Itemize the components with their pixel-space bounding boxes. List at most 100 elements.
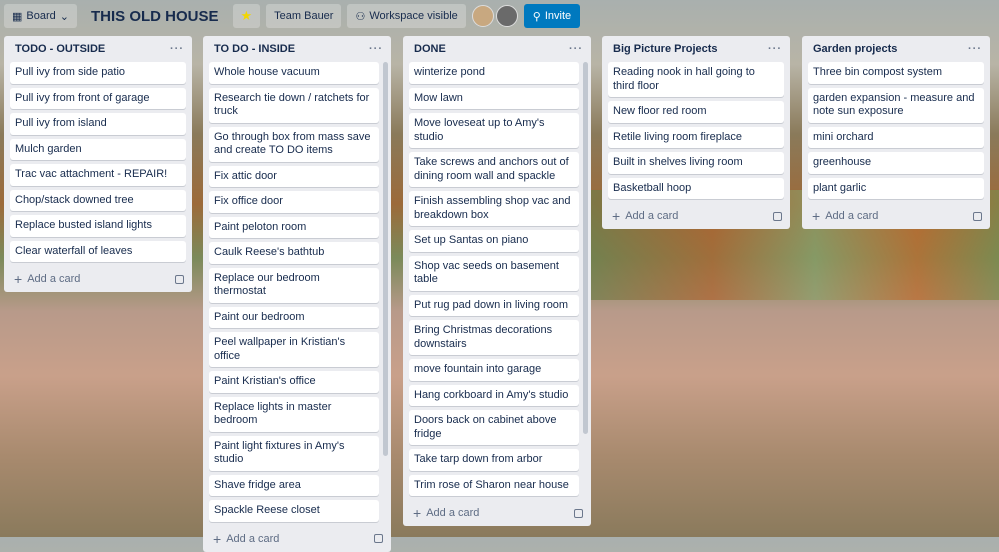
- add-card-button[interactable]: + Add a card: [4, 266, 192, 292]
- card[interactable]: Replace our bedroom thermostat: [209, 267, 379, 303]
- list-menu-icon[interactable]: ···: [569, 43, 583, 55]
- card-template-icon[interactable]: [574, 508, 583, 518]
- card[interactable]: Research tie down / ratchets for truck: [209, 87, 379, 123]
- add-card-button[interactable]: + Add a card: [602, 203, 790, 229]
- card[interactable]: Move loveseat up to Amy's studio: [409, 113, 579, 148]
- card-list: Pull ivy from side patio Pull ivy from fr…: [4, 62, 192, 266]
- list-menu-icon[interactable]: ···: [170, 43, 184, 55]
- card[interactable]: Spackle Reese closet: [209, 500, 379, 522]
- visibility-button[interactable]: ⚇ Workspace visible: [347, 4, 466, 28]
- card[interactable]: plant garlic: [808, 177, 984, 199]
- card[interactable]: Peel wallpaper in Kristian's office: [209, 332, 379, 367]
- card[interactable]: Paint light fixtures in Amy's studio: [209, 435, 379, 471]
- list-title[interactable]: DONE: [414, 43, 446, 55]
- list-title[interactable]: Big Picture Projects: [613, 43, 718, 55]
- scrollbar[interactable]: [383, 62, 388, 456]
- card-template-icon[interactable]: [973, 211, 982, 221]
- add-user-icon: ⚲: [532, 10, 541, 23]
- card[interactable]: winterize pond: [409, 62, 579, 84]
- plus-icon: +: [612, 208, 621, 224]
- card[interactable]: Pull ivy from side patio: [10, 62, 186, 84]
- card[interactable]: Take tarp down from arbor: [409, 449, 579, 471]
- card[interactable]: Whole house vacuum: [209, 62, 379, 84]
- star-button[interactable]: ★: [232, 4, 261, 28]
- card[interactable]: move fountain into garage: [409, 359, 579, 381]
- card-list: Whole house vacuum Research tie down / ra…: [203, 62, 391, 526]
- card[interactable]: Put rug pad down in living room: [409, 294, 579, 316]
- card[interactable]: Trac vac attachment - REPAIR!: [10, 164, 186, 186]
- board-icon: ▦: [12, 10, 23, 23]
- card[interactable]: Fix attic door: [209, 165, 379, 187]
- card[interactable]: Three bin compost system: [808, 62, 984, 84]
- card[interactable]: Go through box from mass save and create…: [209, 126, 379, 162]
- avatar[interactable]: [471, 5, 494, 27]
- card[interactable]: Replace lights in master bedroom: [209, 396, 379, 432]
- card[interactable]: Paint our bedroom: [209, 306, 379, 328]
- list-todo-outside: TODO - OUTSIDE ··· Pull ivy from side pati…: [4, 36, 192, 292]
- card[interactable]: Hang corkboard in Amy's studio: [409, 384, 579, 406]
- plus-icon: +: [413, 505, 422, 521]
- list-garden-projects: Garden projects ··· Three bin compost syst…: [802, 36, 990, 229]
- card[interactable]: Shave fridge area: [209, 474, 379, 496]
- card[interactable]: Paint peloton room: [209, 216, 379, 238]
- card[interactable]: New floor red room: [608, 101, 784, 123]
- invite-button[interactable]: ⚲ Invite: [523, 4, 581, 28]
- card[interactable]: Replace busted island lights: [10, 215, 186, 237]
- plus-icon: +: [14, 271, 23, 287]
- card[interactable]: Finish assembling shop vac and breakdown…: [409, 191, 579, 226]
- card[interactable]: Trim rose of Sharon near house: [409, 474, 579, 496]
- card[interactable]: greenhouse: [808, 152, 984, 174]
- board-title[interactable]: THIS OLD HOUSE: [83, 8, 227, 25]
- card[interactable]: Retile living room fireplace: [608, 126, 784, 148]
- add-card-button[interactable]: + Add a card: [203, 526, 391, 552]
- list-header[interactable]: TO DO - INSIDE ···: [203, 36, 391, 62]
- card[interactable]: Pull ivy from front of garage: [10, 87, 186, 109]
- card-template-icon[interactable]: [175, 274, 184, 284]
- card[interactable]: Reading nook in hall going to third floo…: [608, 62, 784, 97]
- list-header[interactable]: Big Picture Projects ···: [602, 36, 790, 62]
- plus-icon: +: [812, 208, 821, 224]
- list-menu-icon[interactable]: ···: [968, 43, 982, 55]
- card[interactable]: Take screws and anchors out of dining ro…: [409, 152, 579, 187]
- card[interactable]: Set up Santas on piano: [409, 230, 579, 252]
- visibility-label: Workspace visible: [369, 10, 458, 22]
- card[interactable]: Mulch garden: [10, 138, 186, 160]
- card[interactable]: Caulk Reese's bathtub: [209, 242, 379, 264]
- card[interactable]: Chop/stack downed tree: [10, 189, 186, 211]
- add-card-button[interactable]: + Add a card: [802, 203, 990, 229]
- list-title[interactable]: TODO - OUTSIDE: [15, 43, 105, 55]
- card[interactable]: Built in shelves living room: [608, 152, 784, 174]
- add-card-label: Add a card: [226, 532, 280, 545]
- scrollbar[interactable]: [583, 62, 588, 435]
- list-title[interactable]: TO DO - INSIDE: [214, 43, 295, 55]
- card[interactable]: mini orchard: [808, 126, 984, 148]
- card[interactable]: Bring Christmas decorations downstairs: [409, 320, 579, 355]
- card[interactable]: Basketball hoop: [608, 177, 784, 199]
- list-menu-icon[interactable]: ···: [369, 43, 383, 55]
- card[interactable]: Doors back on cabinet above fridge: [409, 410, 579, 445]
- chevron-down-icon: ⌄: [59, 10, 69, 23]
- card[interactable]: Pull ivy from island: [10, 113, 186, 135]
- card-template-icon[interactable]: [773, 211, 782, 221]
- add-card-button[interactable]: + Add a card: [403, 500, 591, 526]
- card-template-icon[interactable]: [374, 534, 383, 543]
- avatar[interactable]: [495, 5, 518, 27]
- list-to-do-inside: TO DO - INSIDE ··· Whole house vacuum Resea…: [203, 36, 391, 552]
- card[interactable]: Paint Kristian's office: [209, 371, 379, 393]
- list-header[interactable]: TODO - OUTSIDE ···: [4, 36, 192, 62]
- team-button[interactable]: Team Bauer: [266, 4, 342, 28]
- card[interactable]: garden expansion - measure and note sun …: [808, 87, 984, 123]
- list-header[interactable]: DONE ···: [403, 36, 591, 62]
- list-header[interactable]: Garden projects ···: [802, 36, 990, 62]
- card-list: Three bin compost system garden expansion…: [802, 62, 990, 203]
- card[interactable]: Clear waterfall of leaves: [10, 240, 186, 262]
- list-title[interactable]: Garden projects: [813, 43, 897, 55]
- card[interactable]: Shop vac seeds on basement table: [409, 255, 579, 291]
- card[interactable]: Mow lawn: [409, 87, 579, 109]
- list-menu-icon[interactable]: ···: [768, 43, 782, 55]
- card[interactable]: Fix office door: [209, 191, 379, 213]
- card-list: winterize pond Mow lawn Move loveseat up t…: [403, 62, 591, 500]
- board-view-button[interactable]: ▦ Board ⌄: [4, 4, 77, 28]
- list-done: DONE ··· winterize pond Mow lawn Move lovese…: [403, 36, 591, 526]
- star-icon: ★: [240, 8, 253, 23]
